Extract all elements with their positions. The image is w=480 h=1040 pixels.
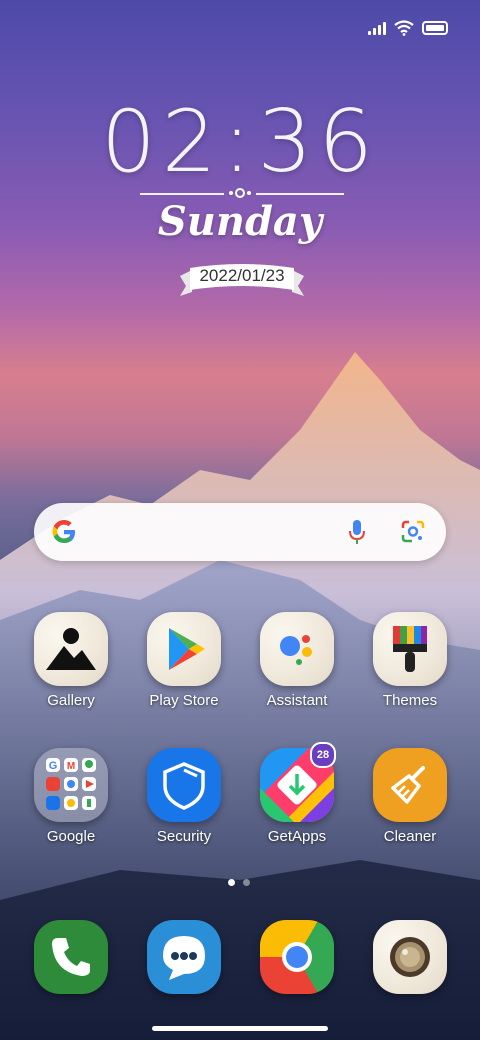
app-cleaner[interactable]: Cleaner: [360, 748, 460, 845]
google-lens-icon[interactable]: [400, 520, 426, 544]
app-label: Themes: [382, 692, 438, 709]
broom-icon: [373, 748, 447, 822]
dock-phone[interactable]: [21, 920, 121, 994]
app-gallery[interactable]: Gallery: [21, 612, 121, 709]
assistant-icon: [260, 612, 334, 686]
app-security[interactable]: Security: [134, 748, 234, 845]
svg-text:M: M: [67, 761, 75, 772]
wifi-icon: [394, 20, 414, 36]
gallery-icon: [34, 612, 108, 686]
phone-icon: [34, 920, 108, 994]
dock-camera[interactable]: [360, 920, 460, 994]
app-getapps[interactable]: 28 GetApps: [247, 742, 347, 845]
app-themes[interactable]: Themes: [360, 612, 460, 709]
ornament-line-right: [256, 193, 344, 195]
themes-icon: [373, 612, 447, 686]
ornament-line-left: [140, 193, 224, 195]
app-label: Google: [46, 828, 96, 845]
svg-text:G: G: [49, 760, 58, 772]
chrome-icon: [260, 920, 334, 994]
app-label: Security: [156, 828, 212, 845]
dock-messages[interactable]: [134, 920, 234, 994]
google-folder-icon: G M: [34, 748, 108, 822]
dock-chrome[interactable]: [247, 920, 347, 994]
messages-icon: [147, 920, 221, 994]
microphone-icon[interactable]: [348, 519, 366, 545]
app-label: Assistant: [266, 692, 328, 709]
google-search-bar[interactable]: [34, 503, 446, 561]
clock-date: 2022/01/23: [199, 266, 285, 285]
google-g-icon: [52, 520, 75, 543]
app-label: GetApps: [267, 828, 327, 845]
camera-icon: [373, 920, 447, 994]
status-bar: [368, 18, 448, 38]
clock-time[interactable]: 02:36: [0, 92, 480, 192]
app-google-folder[interactable]: G M Google: [21, 748, 121, 845]
play-store-icon: [147, 612, 221, 686]
battery-icon: [422, 21, 448, 35]
signal-icon: [368, 21, 386, 35]
app-assistant[interactable]: Assistant: [247, 612, 347, 709]
app-play-store[interactable]: Play Store: [134, 612, 234, 709]
app-label: Play Store: [149, 692, 219, 709]
page-indicator: [228, 879, 250, 886]
security-icon: [147, 748, 221, 822]
notification-badge: 28: [310, 742, 336, 768]
clock-day: Sunday: [157, 198, 323, 245]
app-label: Cleaner: [383, 828, 437, 845]
getapps-icon: 28: [260, 742, 336, 822]
home-gesture-bar[interactable]: [152, 1026, 328, 1031]
page-dot-active: [228, 879, 235, 886]
page-dot: [243, 879, 250, 886]
app-label: Gallery: [47, 692, 95, 709]
